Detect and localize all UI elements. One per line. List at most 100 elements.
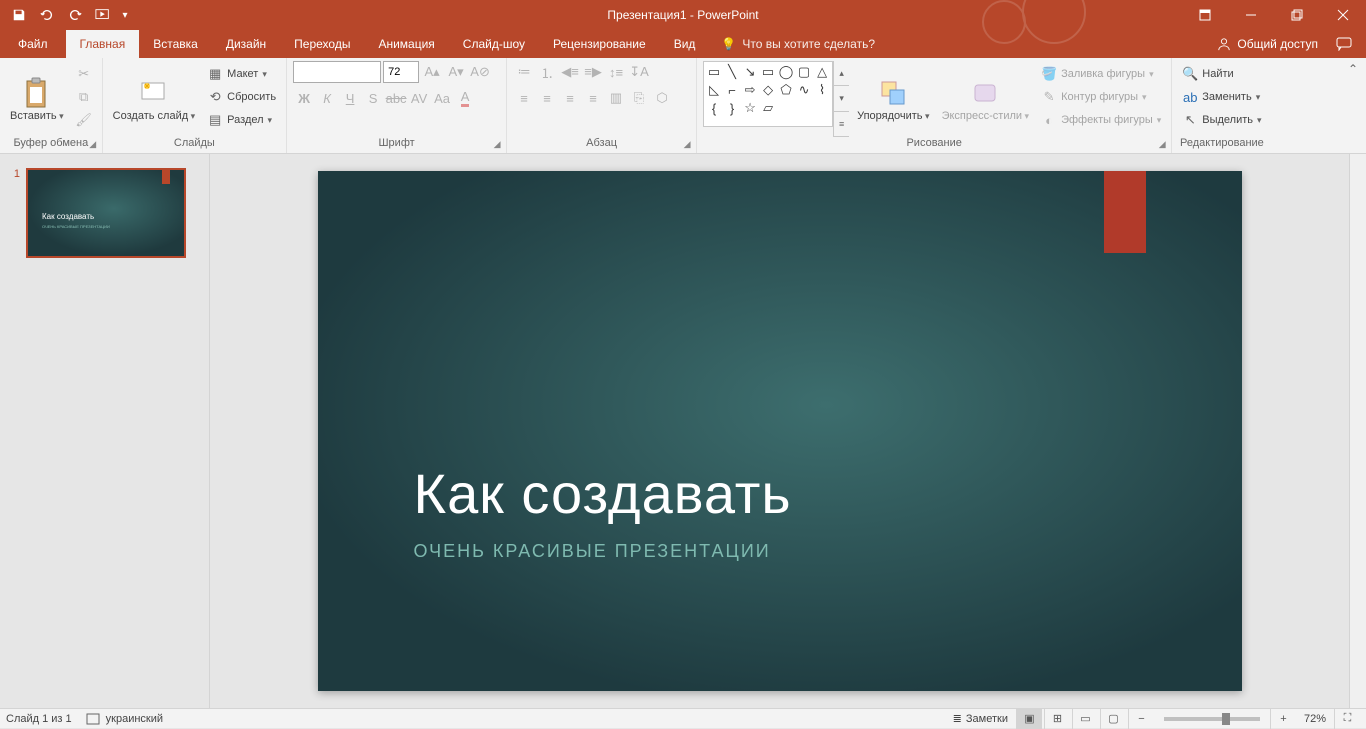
shape-line-arrow[interactable]: ↘: [741, 63, 759, 81]
zoom-in-button[interactable]: +: [1270, 709, 1296, 729]
bold-button[interactable]: Ж: [293, 87, 315, 109]
shape-line[interactable]: ╲: [723, 63, 741, 81]
layout-button[interactable]: ▦Макет: [203, 63, 280, 85]
format-painter-button[interactable]: 🖌: [72, 109, 96, 131]
slide-sorter-view-button[interactable]: ⊞: [1044, 709, 1070, 729]
new-slide-button[interactable]: Создать слайд: [109, 61, 200, 137]
start-slideshow-button[interactable]: [90, 2, 116, 28]
zoom-level[interactable]: 72%: [1298, 713, 1332, 725]
shape-oval[interactable]: ◯: [777, 63, 795, 81]
save-button[interactable]: [6, 2, 32, 28]
align-left-button[interactable]: ≡: [513, 87, 535, 109]
align-right-button[interactable]: ≡: [559, 87, 581, 109]
font-name-input[interactable]: [293, 61, 381, 83]
font-size-input[interactable]: [383, 61, 419, 83]
align-text-button[interactable]: ⎘: [628, 87, 650, 109]
align-center-button[interactable]: ≡: [536, 87, 558, 109]
zoom-slider-thumb[interactable]: [1222, 713, 1230, 725]
tab-view[interactable]: Вид: [660, 30, 710, 58]
columns-button[interactable]: ▥: [605, 87, 627, 109]
shape-outline-button[interactable]: ✎Контур фигуры: [1037, 86, 1165, 108]
cut-button[interactable]: ✂: [72, 63, 96, 85]
minimize-button[interactable]: [1228, 0, 1274, 30]
smartart-button[interactable]: ⬡: [651, 87, 673, 109]
copy-button[interactable]: ⧉: [72, 86, 96, 108]
slide-title-text[interactable]: Как создавать: [414, 461, 792, 526]
strikethrough-button[interactable]: abc: [385, 87, 407, 109]
slideshow-view-button[interactable]: ▢: [1100, 709, 1126, 729]
reset-button[interactable]: ⟲Сбросить: [203, 86, 280, 108]
shapes-gallery[interactable]: ▭ ╲ ↘ ▭ ◯ ▢ △ ◺ ⌐ ⇨ ◇ ⬠ ∿ ⌇ { } ☆: [703, 61, 833, 127]
drawing-launcher[interactable]: ◢: [1155, 137, 1169, 151]
shadow-button[interactable]: S: [362, 87, 384, 109]
language-indicator[interactable]: украинский: [86, 713, 163, 725]
numbering-button[interactable]: ⒈: [536, 61, 558, 83]
shape-arrow-right[interactable]: ⇨: [741, 81, 759, 99]
shape-callout[interactable]: ▱: [759, 99, 777, 117]
maximize-button[interactable]: [1274, 0, 1320, 30]
italic-button[interactable]: К: [316, 87, 338, 109]
vertical-scrollbar[interactable]: [1349, 154, 1366, 708]
qat-customize-button[interactable]: ▾: [118, 2, 132, 28]
slide-counter[interactable]: Слайд 1 из 1: [6, 713, 72, 725]
tab-insert[interactable]: Вставка: [139, 30, 212, 58]
text-direction-button[interactable]: ↧A: [628, 61, 650, 83]
underline-button[interactable]: Ч: [339, 87, 361, 109]
shape-triangle[interactable]: △: [813, 63, 831, 81]
line-spacing-button[interactable]: ↕≡: [605, 61, 627, 83]
shape-star[interactable]: ☆: [741, 99, 759, 117]
tab-review[interactable]: Рецензирование: [539, 30, 660, 58]
normal-view-button[interactable]: ▣: [1016, 709, 1042, 729]
replace-button[interactable]: abЗаменить: [1178, 86, 1265, 108]
shape-rect[interactable]: ▭: [759, 63, 777, 81]
shape-brace-left[interactable]: {: [705, 99, 723, 117]
slide-subtitle-text[interactable]: ОЧЕНЬ КРАСИВЫЕ ПРЕЗЕНТАЦИИ: [414, 541, 771, 562]
shapes-scroll-up[interactable]: ▴: [834, 61, 849, 86]
slide-thumbnails-panel[interactable]: 1 Как создавать ОЧЕНЬ КРАСИВЫЕ ПРЕЗЕНТАЦ…: [0, 154, 210, 708]
comments-icon[interactable]: [1336, 37, 1352, 51]
tab-design[interactable]: Дизайн: [212, 30, 280, 58]
undo-button[interactable]: [34, 2, 60, 28]
increase-font-button[interactable]: A▴: [421, 61, 443, 83]
shape-freeform[interactable]: ⌇: [813, 81, 831, 99]
bullets-button[interactable]: ≔: [513, 61, 535, 83]
tab-transitions[interactable]: Переходы: [280, 30, 364, 58]
shape-effects-button[interactable]: ◐Эффекты фигуры: [1037, 109, 1165, 131]
clear-formatting-button[interactable]: A⊘: [469, 61, 491, 83]
notes-button[interactable]: ≣ Заметки: [947, 709, 1014, 729]
arrange-button[interactable]: Упорядочить: [853, 61, 934, 137]
close-button[interactable]: [1320, 0, 1366, 30]
find-button[interactable]: 🔍Найти: [1178, 63, 1265, 85]
shapes-scroll-down[interactable]: ▾: [834, 86, 849, 111]
share-button[interactable]: Общий доступ: [1217, 37, 1318, 51]
shape-curve[interactable]: ∿: [795, 81, 813, 99]
increase-indent-button[interactable]: ≡▶: [582, 61, 604, 83]
decrease-font-button[interactable]: A▾: [445, 61, 467, 83]
font-launcher[interactable]: ◢: [490, 137, 504, 151]
font-color-button[interactable]: A: [454, 87, 476, 109]
thumbnail-slide-1[interactable]: Как создавать ОЧЕНЬ КРАСИВЫЕ ПРЕЗЕНТАЦИИ: [26, 168, 186, 258]
shapes-more[interactable]: ≡: [834, 112, 849, 137]
tell-me-search[interactable]: 💡 Что вы хотите сделать?: [721, 30, 875, 58]
clipboard-launcher[interactable]: ◢: [86, 137, 100, 151]
char-spacing-button[interactable]: AV: [408, 87, 430, 109]
shape-rounded-rect[interactable]: ▢: [795, 63, 813, 81]
section-button[interactable]: ▤Раздел: [203, 109, 280, 131]
shape-right-triangle[interactable]: ◺: [705, 81, 723, 99]
shape-diamond[interactable]: ◇: [759, 81, 777, 99]
quick-styles-button[interactable]: Экспресс-стили: [938, 61, 1033, 137]
shape-elbow[interactable]: ⌐: [723, 81, 741, 99]
ribbon-display-options-button[interactable]: [1182, 0, 1228, 30]
tab-animations[interactable]: Анимация: [364, 30, 448, 58]
paste-button[interactable]: Вставить: [6, 61, 68, 137]
change-case-button[interactable]: Aa: [431, 87, 453, 109]
tab-file[interactable]: Файл: [0, 30, 66, 58]
tab-home[interactable]: Главная: [66, 30, 140, 58]
fit-to-window-button[interactable]: ⛶: [1334, 709, 1360, 729]
zoom-out-button[interactable]: −: [1128, 709, 1154, 729]
collapse-ribbon-button[interactable]: ⌃: [1348, 62, 1358, 149]
reading-view-button[interactable]: ▭: [1072, 709, 1098, 729]
redo-button[interactable]: [62, 2, 88, 28]
paragraph-launcher[interactable]: ◢: [680, 137, 694, 151]
shape-textbox[interactable]: ▭: [705, 63, 723, 81]
